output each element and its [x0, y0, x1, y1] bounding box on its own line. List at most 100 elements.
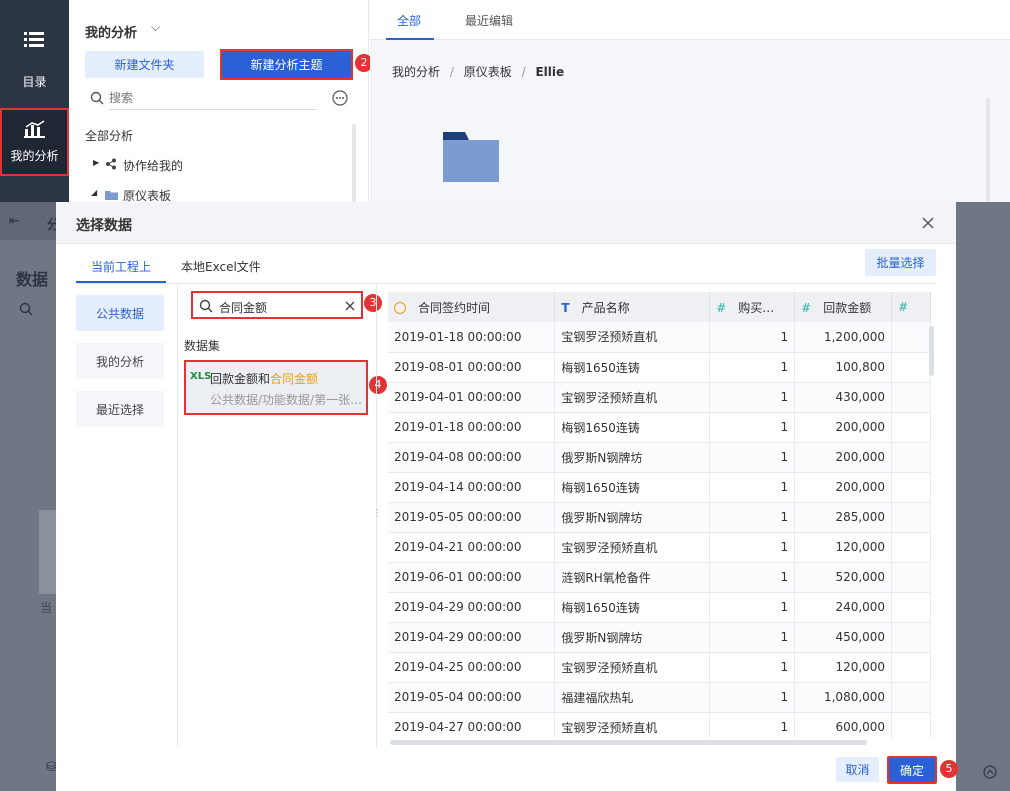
nav-item-my-analysis[interactable]: 我的分析 — [0, 108, 69, 176]
table-cell: 520,000 — [794, 562, 893, 593]
table-cell: 1 — [709, 412, 796, 443]
resize-handle-icon[interactable]: ⋮ — [372, 508, 382, 519]
tab-divider — [76, 283, 936, 284]
side-my-analysis[interactable]: 我的分析 — [76, 343, 164, 379]
table-cell — [891, 682, 931, 713]
table-cell: 2019-08-01 00:00:00 — [388, 352, 556, 383]
table-cell: 宝钢罗泾预矫直机 — [554, 532, 711, 563]
table-cell: 2019-05-04 00:00:00 — [388, 682, 556, 713]
table-cell: 1 — [709, 382, 796, 413]
main-scrollbar[interactable] — [986, 98, 990, 202]
chevron-down-icon[interactable]: ⌵ — [151, 20, 160, 35]
table-cell: 梅钢1650连铸 — [554, 412, 711, 443]
table-cell: 梅钢1650连铸 — [554, 592, 711, 623]
clock-icon — [394, 301, 406, 314]
column-header[interactable]: # 购买… — [709, 292, 796, 322]
dataset-search-input[interactable]: 合同金额 — [219, 299, 267, 316]
table-cell — [891, 652, 931, 683]
tab-local-excel[interactable]: 本地Excel文件 — [181, 258, 261, 275]
table-horizontal-scrollbar[interactable] — [390, 740, 867, 745]
side-divider — [177, 284, 178, 748]
table-cell — [891, 442, 931, 473]
caret-right-icon[interactable]: ▶ — [93, 158, 99, 167]
table-row: 2019-04-14 00:00:00 梅钢1650连铸 1 200,000 — [388, 472, 931, 503]
table-cell: 梅钢1650连铸 — [554, 472, 711, 503]
table-cell: 1 — [709, 472, 796, 503]
column-header-label: 合同签约时间 — [418, 300, 491, 315]
table-cell: 1 — [709, 322, 796, 353]
clear-icon[interactable] — [345, 301, 355, 311]
table-cell: 1 — [709, 682, 796, 713]
table-cell: 俄罗斯N钢牌坊 — [554, 622, 711, 653]
confirm-button[interactable]: 确定 — [887, 756, 937, 784]
column-header[interactable]: # 回款金额 — [794, 292, 893, 322]
table-cell: 430,000 — [794, 382, 893, 413]
table-cell: 1 — [709, 562, 796, 593]
table-cell: 涟钢RH氧枪备件 — [554, 562, 711, 593]
bg-partial-text-2: 当 — [40, 601, 53, 615]
breadcrumb: 我的分析 / 原仪表板 / Ellie — [392, 65, 565, 79]
breadcrumb-item[interactable]: 原仪表板 — [464, 65, 512, 79]
table-vertical-scrollbar[interactable] — [929, 326, 934, 376]
folder-search-input[interactable] — [109, 86, 317, 110]
folder-large-icon[interactable] — [443, 132, 499, 182]
collapse-up-icon — [983, 765, 997, 779]
table-cell: 2019-04-08 00:00:00 — [388, 442, 556, 473]
share-icon — [106, 158, 116, 170]
cancel-button[interactable]: 取消 — [836, 757, 879, 782]
table-cell — [891, 712, 931, 738]
menu-icon — [24, 32, 44, 47]
caret-down-icon[interactable]: ◢ — [91, 188, 97, 197]
table-cell — [891, 412, 931, 443]
table-row: 2019-04-29 00:00:00 俄罗斯N钢牌坊 1 450,000 — [388, 622, 931, 653]
side-public-data[interactable]: 公共数据 — [76, 295, 164, 331]
bg-search-icon — [19, 302, 33, 316]
side-recent[interactable]: 最近选择 — [76, 391, 164, 427]
table-cell — [891, 622, 931, 653]
table-cell: 1 — [709, 712, 796, 738]
table-row: 2019-06-01 00:00:00 涟钢RH氧枪备件 1 520,000 — [388, 562, 931, 593]
table-cell: 宝钢罗泾预矫直机 — [554, 652, 711, 683]
close-icon[interactable] — [922, 217, 934, 229]
table-cell: 福建福欣热轧 — [554, 682, 711, 713]
table-cell: 2019-04-29 00:00:00 — [388, 622, 556, 653]
dataset-search-box[interactable]: 合同金额 — [191, 291, 363, 319]
dataset-name-prefix: 回款金额和 — [210, 372, 271, 386]
dataset-item[interactable]: XLS 回款金额和合同金额 公共数据/功能数据/第一张… — [184, 360, 368, 415]
breadcrumb-item[interactable]: 我的分析 — [392, 65, 440, 79]
table-cell — [891, 562, 931, 593]
column-header[interactable]: 合同签约时间 — [388, 292, 556, 322]
column-header-label: 产品名称 — [581, 300, 630, 315]
batch-select-button[interactable]: 批量选择 — [865, 249, 936, 276]
nav-label-catalog: 目录 — [22, 75, 47, 89]
table-cell — [891, 592, 931, 623]
table-header-row: 合同签约时间 T 产品名称 # 购买… # 回款金额 # — [388, 292, 931, 322]
tab-current-project[interactable]: 当前工程上 — [91, 258, 151, 275]
number-type-icon: # — [801, 300, 812, 315]
data-preview-table: 合同签约时间 T 产品名称 # 购买… # 回款金额 # 2019-01-18 00:… — [388, 292, 931, 738]
tree-root[interactable]: 全部分析 — [85, 127, 133, 144]
dataset-heading: 数据集 — [184, 339, 221, 353]
table-cell: 1 — [709, 442, 796, 473]
folder-scrollbar[interactable] — [352, 124, 356, 202]
table-cell: 1 — [709, 622, 796, 653]
left-nav: 目录 我的分析 — [0, 0, 69, 202]
table-cell: 2019-05-05 00:00:00 — [388, 502, 556, 533]
table-cell: 120,000 — [794, 652, 893, 683]
new-folder-button[interactable]: 新建文件夹 — [85, 51, 204, 78]
table-cell: 2019-04-25 00:00:00 — [388, 652, 556, 683]
main-tabs: 全部 最近编辑 — [370, 0, 1010, 40]
tree-item-shared[interactable]: 协作给我的 — [123, 157, 183, 174]
select-data-dialog: 选择数据 当前工程上 本地Excel文件 批量选择 公共数据 我的分析 最近选择… — [56, 202, 958, 791]
nav-item-catalog[interactable]: 目录 — [0, 20, 69, 89]
column-header[interactable]: T 产品名称 — [554, 292, 711, 322]
table-cell: 600,000 — [794, 712, 893, 738]
breadcrumb-current: Ellie — [535, 65, 565, 79]
table-cell: 200,000 — [794, 412, 893, 443]
tab-all[interactable]: 全部 — [397, 12, 421, 29]
column-header[interactable]: # — [891, 292, 931, 322]
table-cell: 100,800 — [794, 352, 893, 383]
more-options-icon[interactable] — [332, 90, 348, 106]
tab-recent[interactable]: 最近编辑 — [465, 12, 513, 29]
table-row: 2019-01-18 00:00:00 宝钢罗泾预矫直机 1 1,200,000 — [388, 322, 931, 353]
